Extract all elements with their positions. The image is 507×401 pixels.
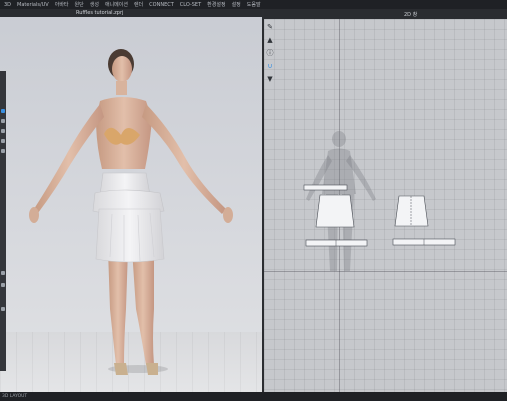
menu-item-render[interactable]: 렌더	[134, 1, 143, 8]
menu-item-preferences[interactable]: 환경설정	[207, 1, 225, 8]
menu-item-3d[interactable]: 3D	[4, 2, 11, 8]
viewport-3d[interactable]: Ruffles tutorial.zprj	[0, 9, 262, 392]
menu-item-clo-set[interactable]: CLO-SET	[180, 2, 201, 8]
menu-item-connect[interactable]: CONNECT	[149, 2, 174, 8]
pattern-skirt-back	[394, 195, 429, 227]
pattern-skirt-front	[315, 194, 355, 228]
status-bar: 3D LAYOUT	[0, 392, 507, 401]
menu-item-create[interactable]: 생성	[90, 1, 99, 8]
pattern-ruffle-front	[305, 239, 368, 247]
pattern-waistband-front	[303, 184, 348, 191]
avatar-3d[interactable]	[0, 9, 262, 392]
menu-item-help[interactable]: 도움말	[247, 1, 261, 8]
menu-item-fabric[interactable]: 원단	[75, 1, 84, 8]
pattern-pieces	[303, 131, 456, 271]
menu-item-avatar[interactable]: 아바타	[55, 1, 69, 8]
menu-item-animation[interactable]: 애니메이션	[105, 1, 128, 8]
menu-item-materials[interactable]: Materials/UV	[17, 2, 49, 8]
menu-item-settings[interactable]: 설정	[232, 1, 241, 8]
menu-bar: 3D Materials/UV 아바타 원단 생성 애니메이션 렌더 CONNE…	[0, 0, 507, 9]
pattern-window-2d[interactable]: 2D 창 ✎ ▲ ⓘ ∪ ▼	[264, 9, 507, 392]
